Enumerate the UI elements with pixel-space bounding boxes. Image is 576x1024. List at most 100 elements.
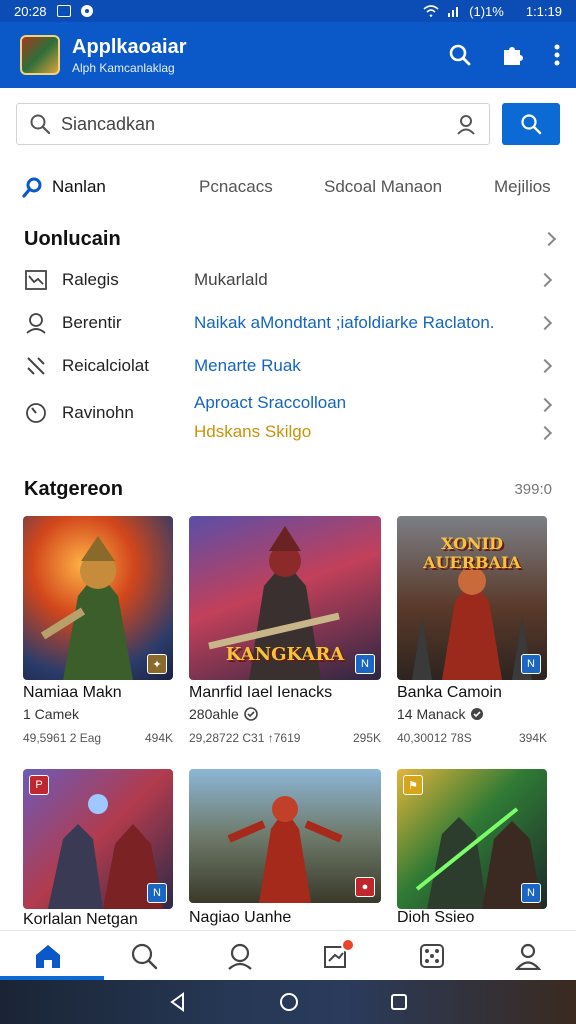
app-bar: Applkaoaiar Alph Kamcanlaklag — [0, 22, 576, 88]
search-icon[interactable] — [448, 43, 472, 67]
card-name: Korlalan Netgan — [23, 911, 138, 928]
status-time-right: 1:1:19 — [525, 3, 562, 19]
puzzle-icon[interactable] — [500, 42, 526, 68]
nav-games[interactable] — [407, 936, 457, 976]
chevron-right-icon[interactable] — [541, 231, 557, 247]
game-card[interactable]: P N Korlalan Netgan — [23, 769, 173, 929]
user-search-icon[interactable] — [455, 113, 477, 135]
chevron-right-icon — [537, 315, 553, 331]
card-meta: 29,28722 C31 ↑7619 295K — [189, 731, 381, 745]
tab-pcnacacs[interactable]: Pcnacacs — [199, 177, 273, 197]
chart-icon — [24, 268, 48, 292]
thumbnail-title: KANGKARA — [225, 644, 345, 665]
row-value[interactable]: Naikak aMondtant ;iafoldiarke Raclaton. — [194, 313, 495, 333]
user-icon — [24, 311, 48, 335]
tab-label: Sdcoal Manaon — [324, 177, 443, 196]
section-title: Uonlucain — [24, 228, 121, 250]
card-meta-right: 494K — [144, 731, 173, 745]
game-badge: N — [521, 654, 541, 674]
tab-nanlan[interactable]: Nanlan — [22, 176, 106, 198]
card-name: Manrfid Iael Ienacks — [189, 684, 333, 701]
games-icon — [420, 943, 444, 968]
tab-label: Nanlan — [52, 177, 106, 196]
game-badge: N — [147, 883, 167, 903]
tab-bar: Nanlan Pcnacacs Sdcoal Manaon Mejilios — [22, 168, 562, 206]
game-thumbnail[interactable]: P N — [23, 769, 173, 909]
thumbnail-title: XONID AUERBAIA — [423, 534, 521, 572]
signal-icon — [448, 7, 459, 17]
card-name: Nagiao Uanhe — [189, 909, 292, 926]
game-thumbnail[interactable]: ● — [189, 769, 381, 903]
list-row-ralegis[interactable]: Ralegis Mukarlald — [24, 262, 554, 298]
tab-sdcoal[interactable]: Sdcoal Manaon — [324, 177, 442, 197]
game-thumbnail[interactable]: KANGKARA N — [189, 516, 381, 680]
mail-icon — [56, 5, 71, 17]
app-logo[interactable] — [20, 35, 60, 75]
account-icon — [514, 943, 542, 970]
system-nav — [0, 980, 576, 1024]
app-title: Applkaoaiar — [72, 35, 187, 58]
back-icon[interactable] — [168, 992, 188, 1012]
recents-icon[interactable] — [390, 993, 408, 1011]
search-button[interactable] — [502, 103, 560, 145]
card-sub-text: 280ahle — [189, 706, 239, 722]
card-sub-text: 14 Manack — [397, 706, 466, 722]
nav-profile[interactable] — [215, 936, 265, 976]
status-bar: 20:28 (1)1% 1:1:19 — [0, 0, 576, 22]
game-card[interactable]: ✦ Namiaa Makn 1 Camek 49,5961 2 Eag 494K — [23, 516, 173, 746]
more-vert-icon[interactable] — [554, 44, 560, 66]
category-header: Katgereon 399:0 — [24, 478, 552, 501]
game-thumbnail[interactable]: ⚑ N — [397, 769, 547, 909]
row-value-secondary[interactable]: Hdskans Skilgo — [194, 422, 311, 442]
verified-icon — [244, 707, 258, 721]
card-meta-right: 295K — [352, 731, 381, 745]
card-meta-right: 394K — [518, 731, 547, 745]
notification-badge — [341, 937, 355, 952]
card-name: Namiaa Makn — [23, 684, 122, 701]
app-subtitle: Alph Kamcanlaklag — [72, 60, 175, 75]
search-icon — [22, 177, 42, 198]
verified-icon — [471, 708, 484, 720]
list-row-reicalciolat[interactable]: Reicalciolat Menarte Ruak — [24, 348, 554, 384]
search-input[interactable] — [61, 113, 445, 135]
game-badge: N — [355, 654, 375, 674]
wifi-icon — [423, 5, 439, 17]
row-value[interactable]: Aproact Sraccolloan — [194, 393, 346, 413]
list-row-ravinohn-extra[interactable]: Hdskans Skilgo — [24, 418, 554, 454]
chevron-right-icon — [537, 272, 553, 288]
card-sub: 280ahle — [189, 706, 258, 722]
game-badge: ✦ — [147, 654, 167, 674]
notification-icon — [80, 5, 93, 17]
card-meta-left: 29,28722 C31 ↑7619 — [189, 731, 301, 745]
row-value[interactable]: Menarte Ruak — [194, 356, 301, 376]
game-thumbnail[interactable]: ✦ — [23, 516, 173, 680]
nav-notifications[interactable] — [311, 936, 361, 976]
game-card[interactable]: ● Nagiao Uanhe — [189, 769, 381, 929]
tab-label: Mejilios — [494, 177, 551, 196]
game-badge: P — [29, 775, 49, 795]
game-badge: ⚑ — [403, 775, 423, 795]
bottom-nav — [0, 930, 576, 980]
list-row-berentir[interactable]: Berentir Naikak aMondtant ;iafoldiarke R… — [24, 305, 554, 341]
game-thumbnail[interactable]: XONID AUERBAIA N — [397, 516, 547, 680]
card-meta: 40,30012 78S 394K — [397, 731, 547, 745]
nav-account[interactable] — [503, 936, 553, 976]
nav-home[interactable] — [23, 936, 73, 976]
card-name: Dioh Ssieo — [397, 909, 475, 926]
nav-search[interactable] — [119, 936, 169, 976]
chevron-right-icon — [537, 397, 553, 413]
search-icon — [30, 114, 51, 135]
tab-mejilios[interactable]: Mejilios — [494, 177, 551, 197]
home-circle-icon[interactable] — [278, 991, 300, 1013]
search-row — [16, 103, 560, 145]
profile-icon — [228, 943, 252, 970]
search-box[interactable] — [16, 103, 490, 145]
card-name: Banka Camoin — [397, 684, 502, 701]
status-time-left: 20:28 — [14, 3, 47, 19]
row-label: Ralegis — [62, 270, 119, 289]
game-card[interactable]: KANGKARA N Manrfid Iael Ienacks 280ahle … — [189, 516, 381, 746]
game-card[interactable]: XONID AUERBAIA N Banka Camoin 14 Manack … — [397, 516, 547, 746]
card-meta: 49,5961 2 Eag 494K — [23, 731, 173, 745]
card-sub: 1 Camek — [23, 706, 80, 722]
game-card[interactable]: ⚑ N Dioh Ssieo — [397, 769, 547, 929]
